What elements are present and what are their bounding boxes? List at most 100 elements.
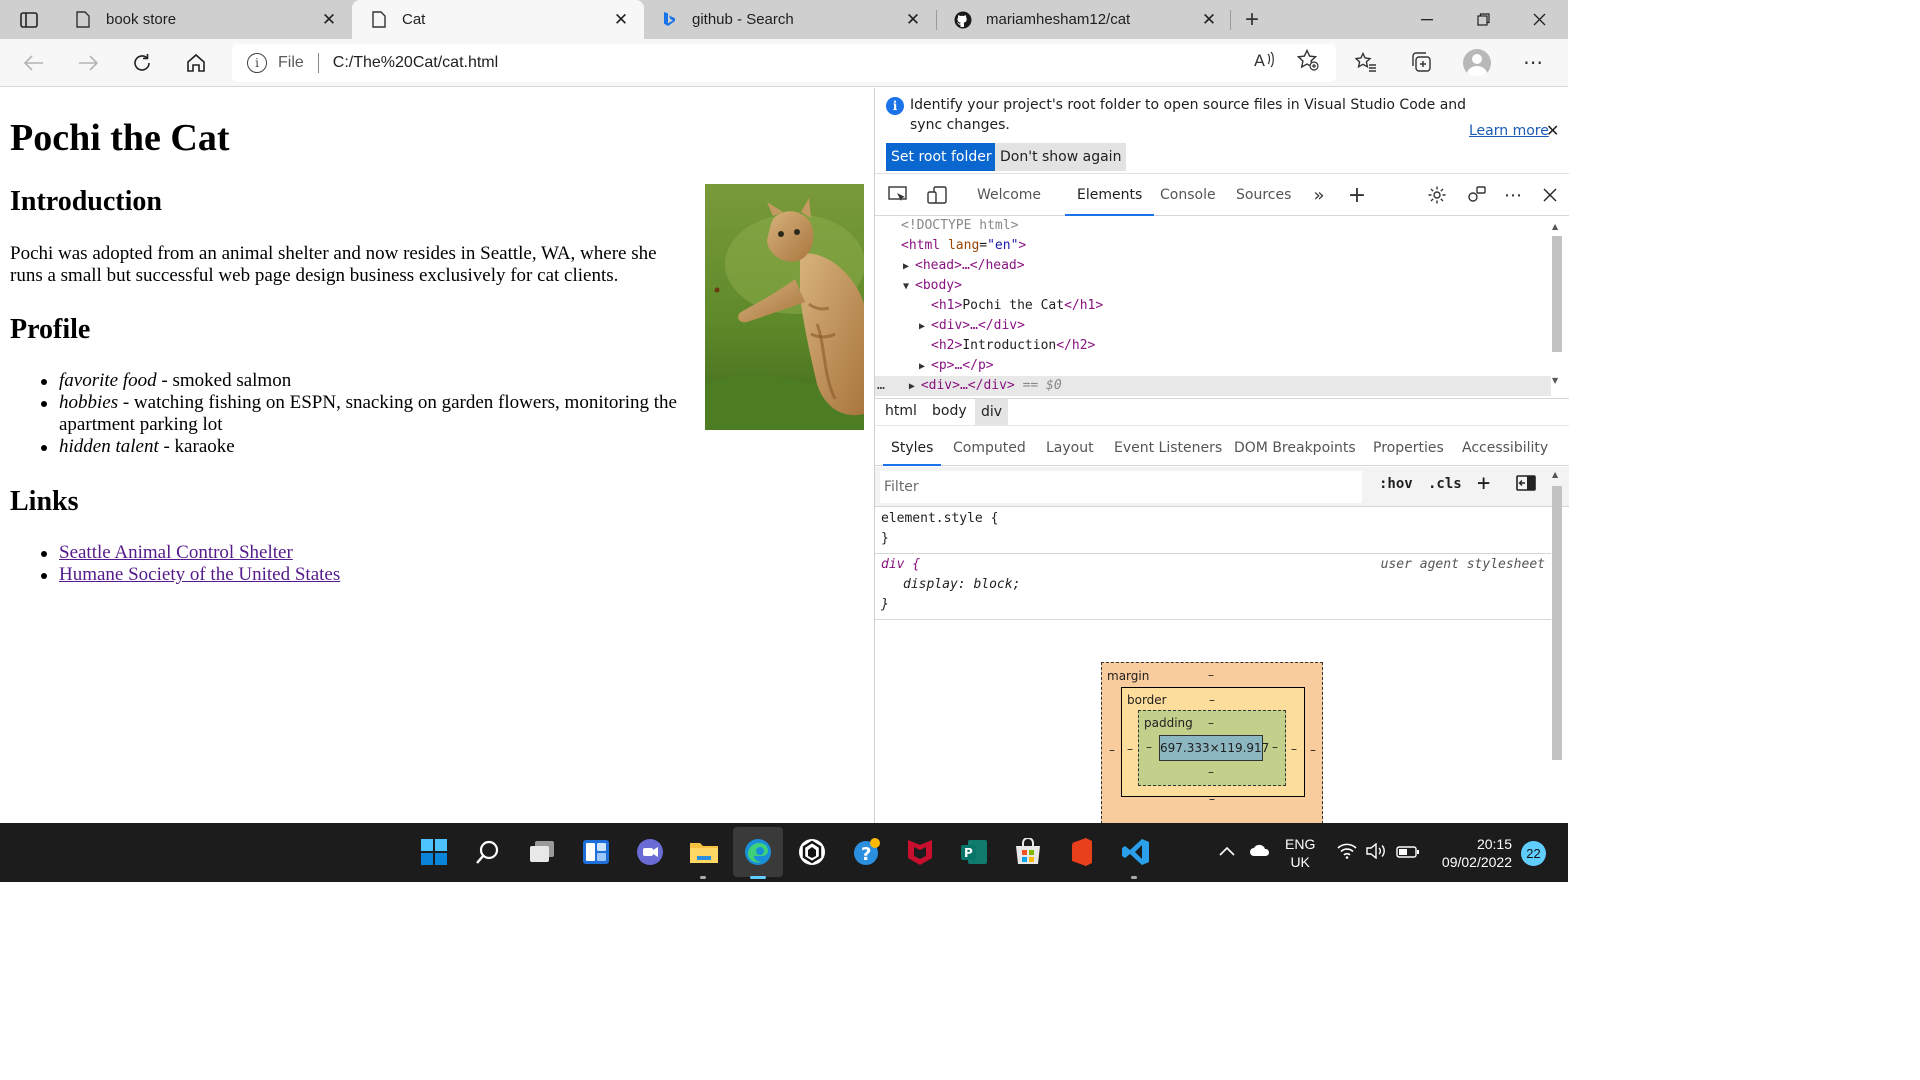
teams-chat-icon[interactable] xyxy=(633,835,667,869)
css-declaration[interactable]: display: block; xyxy=(903,575,1020,595)
tab-computed[interactable]: Computed xyxy=(945,432,1034,466)
start-windows-icon[interactable] xyxy=(417,835,451,869)
scrollbar-thumb[interactable] xyxy=(1552,486,1562,760)
margin-right-value[interactable]: – xyxy=(1310,743,1316,757)
onedrive-cloud-icon[interactable] xyxy=(1249,843,1271,902)
widgets-icon[interactable] xyxy=(579,835,613,869)
close-devtools-icon[interactable] xyxy=(1539,184,1561,206)
minimize-button[interactable] xyxy=(1399,0,1455,39)
more-tabs-icon[interactable]: » xyxy=(1308,184,1330,206)
border-bottom-value[interactable]: – xyxy=(1209,792,1215,806)
dom-node[interactable]: ▶ <div>…</div> xyxy=(919,316,1025,336)
close-window-button[interactable] xyxy=(1511,0,1567,39)
wifi-icon[interactable] xyxy=(1337,843,1357,902)
microsoft-store-icon[interactable] xyxy=(1011,835,1045,869)
restore-button[interactable] xyxy=(1455,0,1511,39)
close-tab-icon[interactable]: ✕ xyxy=(1198,9,1220,31)
file-explorer-icon[interactable] xyxy=(687,835,721,869)
tab-properties[interactable]: Properties xyxy=(1365,432,1452,466)
padding-right-value[interactable]: – xyxy=(1272,740,1278,754)
tab-accessibility[interactable]: Accessibility xyxy=(1454,432,1556,466)
edge-browser-icon[interactable] xyxy=(741,835,775,869)
expand-triangle-icon[interactable]: ▶ xyxy=(919,357,931,377)
border-left-value[interactable]: – xyxy=(1127,742,1133,756)
task-view-icon[interactable] xyxy=(525,835,559,869)
mcafee-icon[interactable] xyxy=(903,835,937,869)
margin-left-value[interactable]: – xyxy=(1109,743,1115,757)
new-tab-button[interactable]: + xyxy=(1238,6,1266,34)
breadcrumb-body[interactable]: body xyxy=(932,403,967,419)
expand-triangle-icon[interactable]: ▶ xyxy=(919,317,931,337)
back-button[interactable] xyxy=(18,47,50,79)
forward-button[interactable] xyxy=(72,47,104,79)
dom-node[interactable]: <h2>Introduction</h2> xyxy=(931,336,1095,356)
learn-more-link[interactable]: Learn more xyxy=(1469,123,1549,139)
set-root-folder-button[interactable]: Set root folder xyxy=(886,143,997,171)
clock[interactable]: 20:15 09/02/2022 xyxy=(1434,835,1512,894)
tab-github-search[interactable]: github - Search ✕ xyxy=(642,0,936,39)
refresh-button[interactable] xyxy=(126,47,158,79)
dom-node[interactable]: <h1>Pochi the Cat</h1> xyxy=(931,296,1103,316)
tab-github-repo[interactable]: mariamhesham12/cat ✕ xyxy=(936,0,1232,39)
breadcrumb-div[interactable]: div xyxy=(975,399,1009,425)
new-rule-icon[interactable]: + xyxy=(1477,471,1490,496)
vscode-icon[interactable] xyxy=(1119,835,1153,869)
show-hidden-icons[interactable] xyxy=(1219,843,1235,902)
box-model-content-size[interactable]: 697.333×119.917 xyxy=(1159,735,1269,761)
tab-styles[interactable]: Styles xyxy=(883,432,942,466)
expand-triangle-icon[interactable]: ▶ xyxy=(903,257,915,277)
tab-dom-breakpoints[interactable]: DOM Breakpoints xyxy=(1226,432,1364,466)
add-tool-icon[interactable]: + xyxy=(1346,183,1368,208)
publisher-icon[interactable]: P xyxy=(957,835,991,869)
devtools-menu-icon[interactable]: ⋯ xyxy=(1502,184,1524,206)
div-rule-selector[interactable]: div { xyxy=(881,555,920,575)
tab-elements[interactable]: Elements xyxy=(1065,174,1155,216)
box-model-margin[interactable]: margin – – – border – – – – padding – – … xyxy=(1101,662,1323,824)
home-button[interactable] xyxy=(180,47,212,79)
box-model-padding[interactable]: padding – – – – 697.333×119.917 xyxy=(1138,710,1286,786)
box-model-border[interactable]: border – – – – padding – – – – 697.333×1… xyxy=(1121,687,1305,806)
dom-node[interactable]: <html lang="en"> xyxy=(901,236,1026,256)
search-icon[interactable] xyxy=(471,835,505,869)
tab-book-store[interactable]: book store ✕ xyxy=(56,0,352,39)
hov-toggle[interactable]: :hov xyxy=(1379,476,1413,492)
dom-node-selected[interactable]: … ▶ <div>…</div> == $0 xyxy=(877,376,1062,396)
styles-filter-input[interactable] xyxy=(880,471,1362,503)
tab-cat[interactable]: Cat ✕ xyxy=(352,0,644,39)
dom-more-icon[interactable]: … xyxy=(877,378,885,393)
collections-icon[interactable] xyxy=(1409,50,1433,74)
scroll-up-icon[interactable]: ▲ xyxy=(1552,222,1558,231)
element-style-rule[interactable]: element.style { xyxy=(881,509,998,529)
url-text[interactable]: C:/The%20Cat/cat.html xyxy=(333,54,498,72)
tab-welcome[interactable]: Welcome xyxy=(965,174,1053,216)
cls-toggle[interactable]: .cls xyxy=(1428,476,1462,492)
scrollbar-thumb[interactable] xyxy=(1552,236,1562,352)
tab-console[interactable]: Console xyxy=(1148,174,1228,216)
toggle-sidebar-icon[interactable] xyxy=(1516,474,1536,496)
scroll-up-icon[interactable]: ▲ xyxy=(1552,470,1558,479)
dom-node[interactable]: ▶ <p>…</p> xyxy=(919,356,994,376)
dom-node[interactable]: ▶ <head>…</head> xyxy=(903,256,1025,276)
battery-icon[interactable] xyxy=(1396,845,1420,904)
favorites-icon[interactable] xyxy=(1354,50,1378,74)
settings-gear-icon[interactable] xyxy=(1426,184,1448,206)
padding-top-value[interactable]: – xyxy=(1208,716,1214,730)
expand-triangle-icon[interactable]: ▶ xyxy=(909,377,921,397)
breadcrumb-html[interactable]: html xyxy=(885,403,917,419)
styles-scrollbar[interactable]: ▲ xyxy=(1551,470,1563,823)
dom-node[interactable]: ▼ <body> xyxy=(903,276,962,296)
read-aloud-icon[interactable]: A xyxy=(1253,48,1277,72)
link-seattle-shelter[interactable]: Seattle Animal Control Shelter xyxy=(59,542,293,563)
info-icon[interactable]: i xyxy=(247,53,267,73)
add-favorite-icon[interactable] xyxy=(1296,48,1320,72)
language-indicator[interactable]: ENG UK xyxy=(1285,835,1315,894)
border-top-value[interactable]: – xyxy=(1209,693,1215,707)
close-tab-icon[interactable]: ✕ xyxy=(902,9,924,31)
tab-layout[interactable]: Layout xyxy=(1038,432,1102,466)
tab-sources[interactable]: Sources xyxy=(1224,174,1303,216)
more-menu-icon[interactable]: ⋯ xyxy=(1521,50,1545,74)
dont-show-again-button[interactable]: Don't show again xyxy=(995,143,1127,171)
profile-avatar[interactable] xyxy=(1463,49,1491,77)
border-right-value[interactable]: – xyxy=(1291,742,1297,756)
device-emulation-icon[interactable] xyxy=(926,184,948,206)
